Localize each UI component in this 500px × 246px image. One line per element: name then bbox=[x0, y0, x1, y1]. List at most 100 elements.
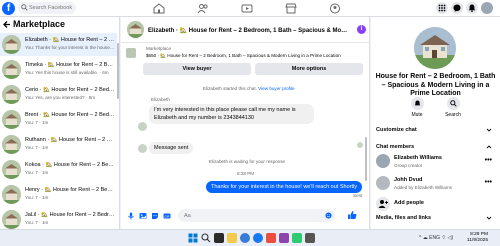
task-view-icon[interactable] bbox=[214, 233, 224, 243]
profile-avatar[interactable] bbox=[481, 2, 493, 14]
conversation-title: Henry · 🏡 House for Rent – 2 Bedroom... bbox=[25, 187, 115, 193]
add-people-icon[interactable] bbox=[376, 197, 390, 211]
member-options-icon[interactable]: ••• bbox=[485, 179, 492, 186]
chat-avatar[interactable] bbox=[127, 21, 144, 38]
bell-icon[interactable] bbox=[410, 97, 424, 110]
conversation-avatar[interactable] bbox=[2, 160, 21, 179]
conversation-item[interactable]: Brent · 🏡 House for Rent – 2 Bedroom, 1.… bbox=[0, 108, 117, 131]
conversation-preview: You: 7 · 1m bbox=[25, 220, 49, 225]
conversation-preview: You: 7 · 1m bbox=[25, 145, 49, 150]
friends-icon[interactable] bbox=[197, 3, 209, 14]
chrome-icon[interactable] bbox=[266, 233, 276, 243]
conversation-avatar[interactable] bbox=[2, 135, 21, 154]
member-options-icon[interactable]: ••• bbox=[485, 157, 492, 164]
view-buyer-button[interactable]: View buyer bbox=[143, 63, 251, 75]
conversation-avatar[interactable] bbox=[2, 60, 21, 79]
conversation-avatar[interactable] bbox=[2, 185, 21, 204]
conversation-avatar[interactable] bbox=[2, 210, 21, 229]
conversation-preview: You: Yes this house is still available. … bbox=[25, 70, 109, 75]
add-people-row[interactable]: Add people bbox=[376, 196, 496, 211]
message-sender-name: Elizabeth bbox=[151, 97, 170, 102]
messenger-icon[interactable] bbox=[451, 2, 463, 14]
windows-start-icon[interactable] bbox=[188, 233, 198, 243]
system-clock[interactable]: 8:29 PM 11/9/2025 bbox=[467, 232, 488, 244]
listing-photo[interactable] bbox=[414, 27, 456, 69]
search-action[interactable]: Search bbox=[439, 97, 467, 118]
conversation-title: Elizabeth · 🏡 House for Rent – 2 Bedroo.… bbox=[25, 37, 115, 43]
search-box[interactable] bbox=[18, 2, 76, 14]
conversation-title: Ruthann · 🏡 House for Rent – 2 Bedroo... bbox=[25, 137, 115, 143]
chat-started-notice: Elizabeth started this chat. View buyer … bbox=[203, 86, 295, 91]
view-buyer-profile-link[interactable]: View buyer profile bbox=[258, 86, 294, 91]
chat-scrollbar[interactable] bbox=[365, 137, 367, 181]
chevron-up-icon bbox=[486, 145, 492, 149]
account-controls bbox=[436, 2, 496, 15]
like-icon[interactable] bbox=[347, 210, 357, 220]
chat-title[interactable]: Elizabeth · 🏡 House for Rent – 2 Bedroom… bbox=[148, 27, 348, 34]
conversation-item[interactable]: JaLil · 🏡 House for Rent – 2 Bedroom... Y… bbox=[0, 208, 117, 229]
facebook-app-icon[interactable] bbox=[253, 233, 263, 243]
conversation-item[interactable]: Elizabeth · 🏡 House for Rent – 2 Bedroo.… bbox=[0, 33, 117, 56]
attach-image-icon[interactable] bbox=[139, 212, 147, 220]
conversation-scrollbar[interactable] bbox=[117, 43, 119, 99]
notifications-icon[interactable] bbox=[466, 2, 478, 14]
svg-text:GIF: GIF bbox=[165, 214, 170, 218]
file-explorer-icon[interactable] bbox=[227, 233, 237, 243]
conversation-item[interactable]: Ruthann · 🏡 House for Rent – 2 Bedroo...… bbox=[0, 133, 117, 156]
app-icon[interactable] bbox=[292, 233, 302, 243]
media-files-section[interactable]: Media, files and links bbox=[376, 215, 496, 221]
menu-grid-icon[interactable] bbox=[436, 2, 448, 14]
listing-thumbnail[interactable] bbox=[126, 48, 136, 58]
conversation-avatar[interactable] bbox=[2, 35, 21, 54]
search-icon bbox=[21, 4, 28, 11]
sender-avatar[interactable] bbox=[138, 144, 147, 153]
facebook-logo[interactable]: f bbox=[2, 2, 15, 15]
video-icon[interactable] bbox=[241, 3, 253, 14]
system-tray[interactable]: ^ ☁ ENG ⌔ ◁) bbox=[419, 235, 453, 241]
listing-summary[interactable]: $650 · 🏡 House for Rent – 2 Bedroom, 1 B… bbox=[146, 53, 341, 59]
conversation-preview: You: 7 · 1m bbox=[25, 195, 49, 200]
mic-icon[interactable] bbox=[127, 212, 135, 220]
info-icon[interactable]: i bbox=[357, 25, 366, 34]
marketplace-icon[interactable] bbox=[285, 3, 297, 14]
member-avatar[interactable] bbox=[376, 176, 390, 190]
message-input-box[interactable] bbox=[178, 209, 335, 222]
customize-chat-section[interactable]: Customize chat bbox=[376, 127, 496, 133]
seen-indicator-icon bbox=[357, 142, 363, 148]
taskbar-search-icon[interactable] bbox=[201, 233, 211, 243]
app-icon[interactable] bbox=[279, 233, 289, 243]
member-avatar[interactable] bbox=[376, 154, 390, 168]
message-timestamp: 8:28 PM bbox=[237, 171, 255, 176]
member-row[interactable]: Elizabeth Williams Group creator ••• bbox=[376, 153, 496, 173]
conversation-avatar[interactable] bbox=[2, 110, 21, 129]
emoji-icon[interactable] bbox=[325, 212, 332, 219]
conversation-preview: You: Thanks for your interest in the hou… bbox=[25, 45, 115, 50]
conversation-item[interactable]: Timeka · 🏡 House for Rent – 2 Bedroom...… bbox=[0, 58, 117, 81]
conversation-item[interactable]: Henry · 🏡 House for Rent – 2 Bedroom... Y… bbox=[0, 183, 117, 206]
more-options-button[interactable]: More options bbox=[255, 63, 363, 75]
chat-header: Elizabeth · 🏡 House for Rent – 2 Bedroom… bbox=[121, 17, 370, 43]
search-input[interactable] bbox=[29, 3, 74, 13]
back-arrow-icon[interactable] bbox=[3, 20, 11, 29]
marketplace-conversations-panel: Marketplace Elizabeth · 🏡 House for Rent… bbox=[0, 17, 120, 229]
edge-browser-icon[interactable] bbox=[240, 233, 250, 243]
member-row[interactable]: Johh Dvud Added by Elizabeth Williams ••… bbox=[376, 175, 496, 195]
conversation-item[interactable]: Cerio · 🏡 House for Rent – 2 Bedroom, 1.… bbox=[0, 83, 117, 106]
search-icon[interactable] bbox=[446, 97, 460, 110]
home-icon[interactable] bbox=[153, 3, 165, 14]
panel-header: Marketplace bbox=[0, 17, 119, 33]
sender-avatar[interactable] bbox=[138, 122, 147, 131]
groups-icon[interactable] bbox=[329, 3, 341, 14]
waiting-notice: Elizabeth is waiting for your response bbox=[209, 159, 286, 164]
chat-members-section[interactable]: Chat members bbox=[376, 144, 496, 150]
media-files-label: Media, files and links bbox=[376, 215, 432, 221]
gif-icon[interactable]: GIF bbox=[163, 212, 171, 220]
app-icon[interactable] bbox=[305, 233, 315, 243]
top-navigation-bar: f bbox=[0, 0, 500, 17]
message-input[interactable] bbox=[184, 211, 319, 220]
conversation-item[interactable]: Kokoa · 🏡 House for Rent – 2 Bedroom... Y… bbox=[0, 158, 117, 181]
member-role: Added by Elizabeth Williams bbox=[394, 185, 452, 190]
mute-action[interactable]: Mute bbox=[403, 97, 431, 118]
conversation-avatar[interactable] bbox=[2, 85, 21, 104]
sticker-icon[interactable] bbox=[151, 212, 159, 220]
